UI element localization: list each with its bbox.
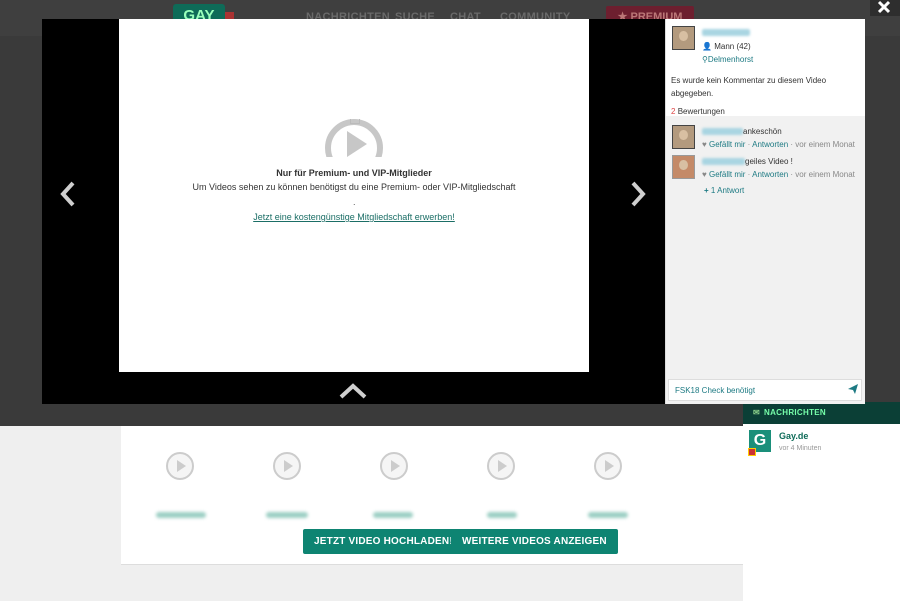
comment-actions: ♥ Gefällt mir · Antworten · vor einem Mo… xyxy=(702,140,855,149)
messages-panel: ✉ NACHRICHTEN G Gay.de vor 4 Minuten xyxy=(743,402,900,601)
comment-time: · vor einem Monat xyxy=(790,170,855,179)
close-icon[interactable] xyxy=(870,0,900,16)
uploader-name-blurred[interactable] xyxy=(702,29,750,36)
video-info-panel: 👤 Mann (42) ⚲Delmenhorst Es wurde kein K… xyxy=(665,19,865,404)
video-thumbnail-2[interactable] xyxy=(273,452,301,480)
video-title-blurred[interactable] xyxy=(266,512,308,518)
video-title-blurred[interactable] xyxy=(588,512,628,518)
videos-panel: JETZT VIDEO HOCHLADEN! WEITERE VIDEOS AN… xyxy=(121,426,743,565)
restriction-text: Um Videos sehen zu können benötigst du e… xyxy=(192,182,516,192)
user-icon: 👤 xyxy=(702,42,712,51)
uploader-avatar[interactable] xyxy=(672,26,695,50)
comment-input[interactable] xyxy=(675,384,835,396)
reply-link[interactable]: Antworten xyxy=(752,140,788,149)
reply-link[interactable]: Antworten xyxy=(752,170,788,179)
message-item[interactable]: G Gay.de vor 4 Minuten xyxy=(748,430,894,460)
video-thumbnail-3[interactable] xyxy=(380,452,408,480)
comment-text: ankeschön xyxy=(743,127,782,136)
show-replies-link[interactable]: + 1 Antwort xyxy=(704,186,744,195)
video-thumbnail-1[interactable] xyxy=(166,452,194,480)
video-player[interactable]: Nur für Premium- und VIP-Mitglieder Um V… xyxy=(119,19,589,372)
no-comment-text: Es wurde kein Kommentar zu diesem Video … xyxy=(671,76,827,98)
commenter-avatar[interactable] xyxy=(672,155,695,179)
comment-box xyxy=(668,379,862,401)
chevron-right-icon[interactable] xyxy=(630,181,646,207)
commenter-name-blurred[interactable] xyxy=(702,158,745,165)
upload-video-button[interactable]: JETZT VIDEO HOCHLADEN! xyxy=(303,529,464,554)
comment-text: geiles Video ! xyxy=(745,157,793,166)
heart-icon: ♥ xyxy=(702,170,707,179)
comment-actions: ♥ Gefällt mir · Antworten · vor einem Mo… xyxy=(702,170,855,179)
gay-de-logo-icon: G xyxy=(748,430,771,456)
chat-icon: ✉ xyxy=(753,408,761,417)
membership-link[interactable]: Jetzt eine kostengünstige Mitgliedschaft… xyxy=(119,212,589,222)
uploader-gender: 👤 Mann (42) xyxy=(702,42,751,51)
like-link[interactable]: Gefällt mir xyxy=(709,170,745,179)
uploader-info: 👤 Mann (42) ⚲Delmenhorst Es wurde kein K… xyxy=(666,19,865,116)
uploader-city[interactable]: ⚲Delmenhorst xyxy=(702,55,753,64)
video-title-blurred[interactable] xyxy=(373,512,413,518)
send-icon[interactable] xyxy=(847,383,859,395)
more-videos-button[interactable]: WEITERE VIDEOS ANZEIGEN xyxy=(451,529,618,554)
play-icon xyxy=(325,119,383,157)
messages-header[interactable]: ✉ NACHRICHTEN xyxy=(743,402,900,424)
chevron-left-icon[interactable] xyxy=(60,181,76,207)
video-thumbnail-5[interactable] xyxy=(594,452,622,480)
alert-icon xyxy=(748,448,756,456)
like-link[interactable]: Gefällt mir xyxy=(709,140,745,149)
video-lightbox: Nur für Premium- und VIP-Mitglieder Um V… xyxy=(42,19,865,404)
commenter-name-blurred[interactable] xyxy=(702,128,743,135)
video-title-blurred[interactable] xyxy=(156,512,206,518)
video-thumbnail-4[interactable] xyxy=(487,452,515,480)
heart-icon: ♥ xyxy=(702,140,707,149)
message-time: vor 4 Minuten xyxy=(779,445,822,452)
chevron-up-icon[interactable] xyxy=(339,383,367,399)
restriction-dot: . xyxy=(353,197,356,207)
restriction-title: Nur für Premium- und VIP-Mitglieder xyxy=(276,168,432,178)
plus-icon: + xyxy=(704,186,711,195)
comment-time: · vor einem Monat xyxy=(790,140,855,149)
message-sender: Gay.de xyxy=(779,431,809,441)
ratings-count[interactable]: 2 Bewertungen xyxy=(671,107,725,116)
commenter-avatar[interactable] xyxy=(672,125,695,149)
video-title-blurred[interactable] xyxy=(487,512,517,518)
